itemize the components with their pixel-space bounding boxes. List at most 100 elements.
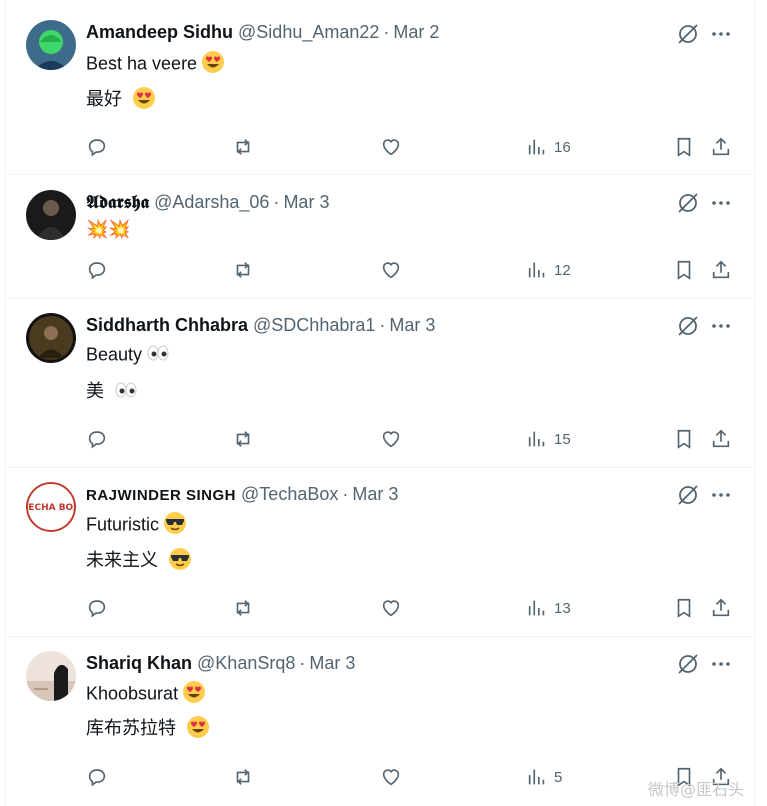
bookmark-button[interactable]: [673, 596, 695, 620]
share-icon: [712, 429, 730, 448]
retweet-icon: [236, 600, 250, 616]
grok-icon[interactable]: [676, 22, 700, 46]
heart-icon: [382, 769, 400, 786]
views-button[interactable]: 5: [526, 765, 562, 789]
author-handle[interactable]: @Adarsha_06: [154, 192, 269, 212]
tweet-translation: 美: [86, 381, 104, 401]
more-icon[interactable]: [709, 483, 733, 507]
author-handle[interactable]: @KhanSrq8: [197, 653, 295, 673]
reply-tweet[interactable]: 𝕬𝖉𝖆𝖗𝖘𝖍𝖆 @Adarsha_06 · Mar 3 💥💥 12: [6, 175, 754, 299]
heart-eyes-emoji-icon: [132, 86, 156, 115]
weibo-watermark: 微博@匪石头: [648, 780, 745, 799]
reply-tweet[interactable]: Siddharth Chhabra @SDChhabra1 · Mar 3 Beau…: [6, 299, 754, 468]
heart-icon: [382, 139, 400, 156]
tweet-text-line: Futuristic: [86, 511, 187, 540]
heart-eyes-emoji-icon: [182, 680, 206, 709]
like-button[interactable]: [380, 765, 402, 789]
tweet-date[interactable]: Mar 3: [283, 192, 329, 212]
views-count: 12: [554, 261, 571, 279]
retweet-button[interactable]: [231, 135, 255, 159]
author-handle[interactable]: @TechaBox: [241, 484, 338, 504]
tweet-text-line: Best ha veere: [86, 50, 225, 79]
sunglasses-emoji-icon: [163, 511, 187, 540]
like-button[interactable]: [380, 258, 402, 282]
heart-icon: [382, 431, 400, 448]
reply-button[interactable]: [86, 427, 108, 451]
views-button[interactable]: 12: [526, 258, 571, 282]
tweet-date[interactable]: Mar 3: [352, 484, 398, 504]
avatar[interactable]: [26, 190, 76, 240]
reply-button[interactable]: [86, 596, 108, 620]
author-handle[interactable]: @Sidhu_Aman22: [238, 22, 379, 42]
views-icon: [528, 431, 545, 447]
replies-feed: Amandeep Sidhu @Sidhu_Aman22 · Mar 2 Best …: [5, 0, 755, 806]
grok-icon[interactable]: [676, 191, 700, 215]
views-button[interactable]: 16: [526, 135, 571, 159]
reply-button[interactable]: [86, 135, 108, 159]
collision-emoji-text: 💥💥: [86, 219, 131, 239]
grok-icon[interactable]: [676, 314, 700, 338]
retweet-button[interactable]: [231, 258, 255, 282]
bookmark-button[interactable]: [673, 258, 695, 282]
retweet-button[interactable]: [231, 427, 255, 451]
separator-dot: ·: [379, 315, 386, 335]
more-icon[interactable]: [709, 652, 733, 676]
bookmark-icon: [677, 260, 691, 280]
eyes-emoji-icon: [114, 380, 138, 405]
like-button[interactable]: [380, 135, 402, 159]
avatar[interactable]: [26, 651, 76, 701]
more-icon[interactable]: [709, 191, 733, 215]
avatar[interactable]: [26, 20, 76, 70]
reply-button[interactable]: [86, 765, 108, 789]
separator-dot: ·: [383, 22, 390, 42]
tweet-date[interactable]: Mar 2: [393, 22, 439, 42]
action-bar: 16: [86, 135, 736, 159]
bookmark-icon: [677, 598, 691, 618]
grok-icon[interactable]: [676, 483, 700, 507]
author-name[interactable]: Shariq Khan: [86, 653, 192, 673]
views-count: 5: [554, 768, 563, 786]
sunglasses-emoji-icon: [168, 547, 192, 576]
author-name[interactable]: Amandeep Sidhu: [86, 22, 233, 42]
retweet-button[interactable]: [231, 596, 255, 620]
avatar[interactable]: [26, 313, 76, 363]
share-button[interactable]: [710, 135, 732, 159]
retweet-icon: [236, 431, 250, 447]
author-name[interactable]: RAJWINDER SINGH: [86, 487, 236, 504]
share-icon: [712, 598, 730, 617]
reply-icon: [88, 262, 106, 280]
grok-icon[interactable]: [676, 652, 700, 676]
views-button[interactable]: 15: [526, 427, 571, 451]
reply-tweet[interactable]: Shariq Khan @KhanSrq8 · Mar 3 Khoobsurat 库…: [6, 637, 754, 806]
bookmark-icon: [677, 137, 691, 157]
share-button[interactable]: [710, 596, 732, 620]
views-icon: [528, 769, 545, 785]
more-icon[interactable]: [709, 22, 733, 46]
reply-icon: [88, 139, 106, 157]
reply-tweet[interactable]: TECHA BOX RAJWINDER SINGH @TechaBox·Mar …: [6, 468, 754, 637]
tweet-text: Khoobsurat: [86, 683, 179, 704]
reply-button[interactable]: [86, 258, 108, 282]
views-button[interactable]: 13: [526, 596, 571, 620]
share-button[interactable]: [710, 427, 732, 451]
views-icon: [528, 600, 545, 616]
tweet-date[interactable]: Mar 3: [309, 653, 355, 673]
author-name[interactable]: Siddharth Chhabra: [86, 315, 248, 335]
tweet-translation-line: 美: [86, 377, 138, 405]
tweet-date[interactable]: Mar 3: [389, 315, 435, 335]
bookmark-button[interactable]: [673, 427, 695, 451]
like-button[interactable]: [380, 596, 402, 620]
bookmark-button[interactable]: [673, 135, 695, 159]
share-icon: [712, 260, 730, 279]
author-handle[interactable]: @SDChhabra1: [253, 315, 375, 335]
author-name[interactable]: 𝕬𝖉𝖆𝖗𝖘𝖍𝖆: [86, 192, 149, 212]
tweet-text: Best ha veere: [86, 53, 198, 74]
heart-eyes-emoji-icon: [201, 50, 225, 79]
like-button[interactable]: [380, 427, 402, 451]
reply-tweet[interactable]: Amandeep Sidhu @Sidhu_Aman22 · Mar 2 Best …: [6, 0, 754, 175]
retweet-icon: [236, 262, 250, 278]
avatar[interactable]: TECHA BOX: [26, 482, 76, 532]
retweet-button[interactable]: [231, 765, 255, 789]
more-icon[interactable]: [709, 314, 733, 338]
share-button[interactable]: [710, 258, 732, 282]
